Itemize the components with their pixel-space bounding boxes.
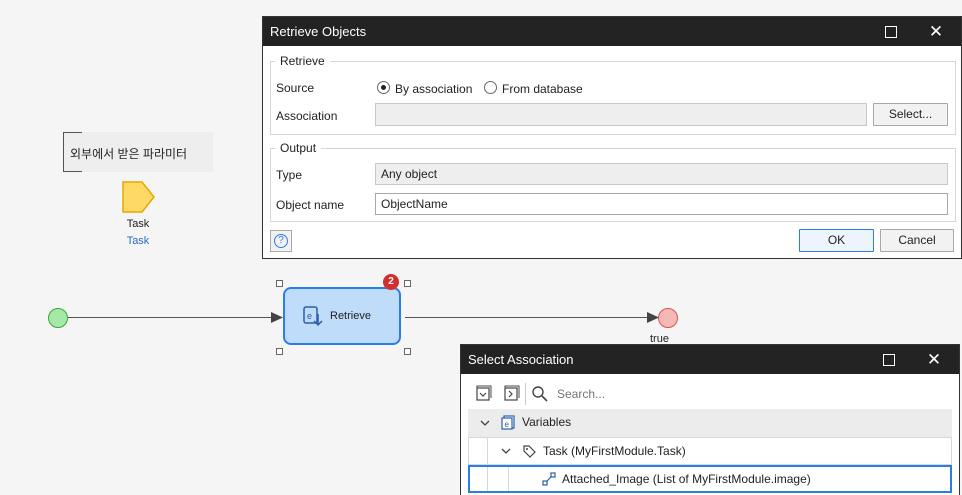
cancel-button[interactable]: Cancel (880, 229, 954, 252)
tree-label: Task (MyFirstModule.Task) (543, 444, 686, 458)
dialog-titlebar: Retrieve Objects ✕ (263, 17, 961, 46)
association-label: Association (276, 109, 338, 123)
output-group-title: Output (275, 141, 322, 155)
maximize-icon[interactable] (874, 345, 904, 374)
sequence-flow-end (405, 317, 649, 318)
chevron-down-icon[interactable] (501, 446, 511, 456)
ok-button[interactable]: OK (799, 229, 874, 252)
tree-guide (508, 467, 509, 491)
by-association-label[interactable]: By association (395, 82, 472, 96)
dialog-title: Select Association (468, 352, 574, 367)
tree-guide (487, 438, 488, 465)
help-icon: ? (274, 234, 288, 248)
error-badge: 2 (383, 274, 399, 290)
retrieve-objects-dialog: Retrieve Objects ✕ Retrieve Source By as… (262, 16, 962, 259)
object-name-label: Object name (276, 198, 345, 212)
arrow-head-icon (271, 312, 283, 323)
svg-text:e: e (307, 311, 312, 321)
start-event[interactable] (48, 308, 68, 328)
entity-tag-icon (523, 445, 536, 458)
dialog-title: Retrieve Objects (270, 24, 367, 39)
type-field: Any object (375, 163, 948, 185)
end-event[interactable] (658, 308, 678, 328)
from-database-radio[interactable] (484, 81, 497, 94)
type-label: Type (276, 168, 303, 182)
tree-label: Attached_Image (List of MyFirstModule.im… (562, 472, 811, 486)
collapse-all-icon[interactable] (475, 385, 493, 403)
resize-handle[interactable] (276, 348, 283, 355)
parameter-name: Task (126, 218, 150, 230)
toolbar-divider (525, 383, 526, 405)
retrieve-icon: e (303, 306, 323, 327)
tree-row-attached-image[interactable]: Attached_Image (List of MyFirstModule.im… (468, 465, 952, 493)
tree-guide (487, 467, 488, 491)
resize-handle[interactable] (404, 348, 411, 355)
expand-all-icon[interactable] (503, 385, 521, 403)
help-button[interactable]: ? (270, 230, 292, 252)
resize-handle[interactable] (276, 280, 283, 287)
from-database-label[interactable]: From database (502, 82, 583, 96)
association-icon (542, 472, 556, 486)
variables-icon: e (501, 415, 515, 430)
search-input[interactable] (555, 383, 949, 405)
select-association-dialog: Select Association ✕ e Variables (460, 344, 960, 495)
annotation-text: 외부에서 받은 파라미터 (70, 147, 188, 161)
association-field[interactable] (375, 103, 867, 126)
object-name-input[interactable]: ObjectName (375, 193, 948, 215)
search-icon (532, 386, 548, 402)
parameter-type: Task (126, 235, 150, 247)
close-icon[interactable]: ✕ (919, 345, 949, 374)
chevron-down-icon[interactable] (480, 418, 490, 428)
retrieve-group-title: Retrieve (275, 54, 330, 68)
activity-label: Retrieve (330, 310, 371, 322)
resize-handle[interactable] (404, 280, 411, 287)
tree-label: Variables (522, 415, 572, 429)
maximize-icon[interactable] (876, 17, 906, 46)
tree-row-task[interactable]: Task (MyFirstModule.Task) (468, 437, 952, 465)
tree-row-variables[interactable]: e Variables (468, 409, 952, 437)
svg-text:e: e (505, 420, 510, 429)
by-association-radio[interactable] (377, 81, 390, 94)
select-button[interactable]: Select... (873, 103, 948, 126)
close-icon[interactable]: ✕ (921, 17, 951, 46)
parameter-icon[interactable] (120, 180, 158, 216)
dialog-titlebar: Select Association ✕ (461, 345, 959, 374)
sequence-flow-start (68, 317, 273, 318)
source-label: Source (276, 81, 315, 95)
